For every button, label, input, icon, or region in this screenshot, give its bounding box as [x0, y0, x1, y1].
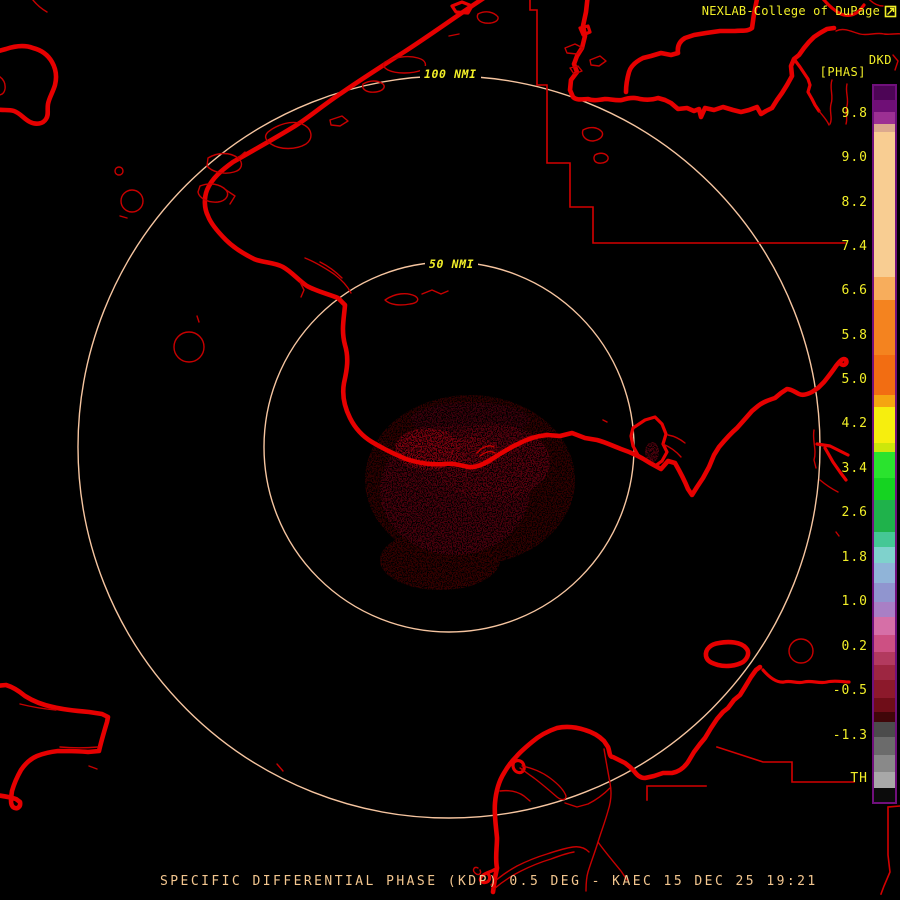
- colorbar-label: 1.8: [841, 550, 868, 565]
- colorbar-segment: [874, 407, 895, 443]
- colorbar-segment: [874, 277, 895, 300]
- coast-bottom-left: [0, 682, 111, 811]
- colorbar-segment: [874, 617, 895, 635]
- brand: NEXLAB-College of DuPage: [702, 4, 897, 18]
- colorbar-label: 4.2: [841, 416, 868, 431]
- colorbar-segment: [874, 652, 895, 665]
- colorbar-segment: [874, 583, 895, 602]
- small-circle-br: [788, 638, 814, 664]
- colorbar-label: 6.6: [841, 283, 868, 298]
- ring-label-50nmi: 50 NMI: [425, 256, 479, 272]
- small-circle-left: [120, 189, 144, 213]
- colorbar-segment: [874, 602, 895, 617]
- colorbar-segment: [874, 443, 895, 452]
- colorbar-segment: [874, 452, 895, 478]
- colorbar-segment: [874, 755, 895, 772]
- colorbar-segment: [874, 100, 895, 112]
- colorbar-segment: [874, 772, 895, 788]
- colorbar-segment: [874, 132, 895, 277]
- colorbar-segment: [874, 547, 895, 563]
- colorbar-segment: [874, 532, 895, 547]
- colorbar-label: 9.8: [841, 106, 868, 121]
- boundary-lines: [529, 0, 900, 896]
- colorbar-segment: [874, 737, 895, 755]
- brand-title: NEXLAB-College of DuPage: [701, 4, 880, 18]
- colorbar-label: 2.6: [841, 505, 868, 520]
- colorbar-label: 9.0: [841, 150, 868, 165]
- product-caption: SPECIFIC DIFFERENTIAL PHASE (KDP) 0.5 DE…: [160, 874, 818, 889]
- colorbar: [872, 84, 897, 804]
- colorbar-segment: [874, 563, 895, 583]
- colorbar-segment: [874, 355, 895, 395]
- colorbar-label: -0.5: [832, 683, 868, 698]
- colorbar-segment: [874, 788, 895, 802]
- colorbar-label: 7.4: [841, 239, 868, 254]
- colorbar-segment: [874, 665, 895, 680]
- colorbar-segment: [874, 680, 895, 698]
- coast-top-left-blob: [0, 43, 59, 126]
- colorbar-label: 8.2: [841, 195, 868, 210]
- colorbar-label: 5.0: [841, 372, 868, 387]
- colorbar-segment: [874, 86, 895, 100]
- small-circle-mid: [173, 331, 205, 363]
- radar-echo: [365, 395, 659, 590]
- colorbar-label: 1.0: [841, 594, 868, 609]
- colorbar-segment: [874, 478, 895, 500]
- colorbar-label: 3.4: [841, 461, 868, 476]
- product-units: [PHAS]: [819, 65, 866, 79]
- external-link-icon: [884, 5, 897, 17]
- coast-right-mid: [815, 442, 850, 457]
- lake-ring: [703, 639, 751, 669]
- colorbar-segment: [874, 635, 895, 652]
- colorbar-label: -1.3: [832, 728, 868, 743]
- colorbar-segment: [874, 722, 895, 737]
- boundary-right-edge: [879, 805, 900, 896]
- coast-bottom-east: [761, 668, 851, 685]
- colorbar-label: TH: [850, 771, 868, 786]
- colorbar-label: 5.8: [841, 328, 868, 343]
- product-code: DKD: [868, 53, 892, 67]
- ring-label-100nmi: 100 NMI: [420, 66, 481, 82]
- island-rivers: [490, 748, 628, 892]
- colorbar-segment: [874, 500, 895, 532]
- radar-display: NEXLAB-College of DuPage DKD [PHAS] 100 …: [0, 0, 900, 900]
- colorbar-segment: [874, 112, 895, 124]
- colorbar-segment: [874, 124, 895, 132]
- colorbar-segment: [874, 395, 895, 407]
- coast-branch-se: [792, 57, 821, 113]
- colorbar-segment: [874, 712, 895, 722]
- coast-topedge-line: [835, 28, 900, 36]
- colorbar-segment: [874, 300, 895, 355]
- colorbar-segment: [874, 698, 895, 712]
- colorbar-label: 0.2: [841, 639, 868, 654]
- radar-map: [0, 0, 900, 896]
